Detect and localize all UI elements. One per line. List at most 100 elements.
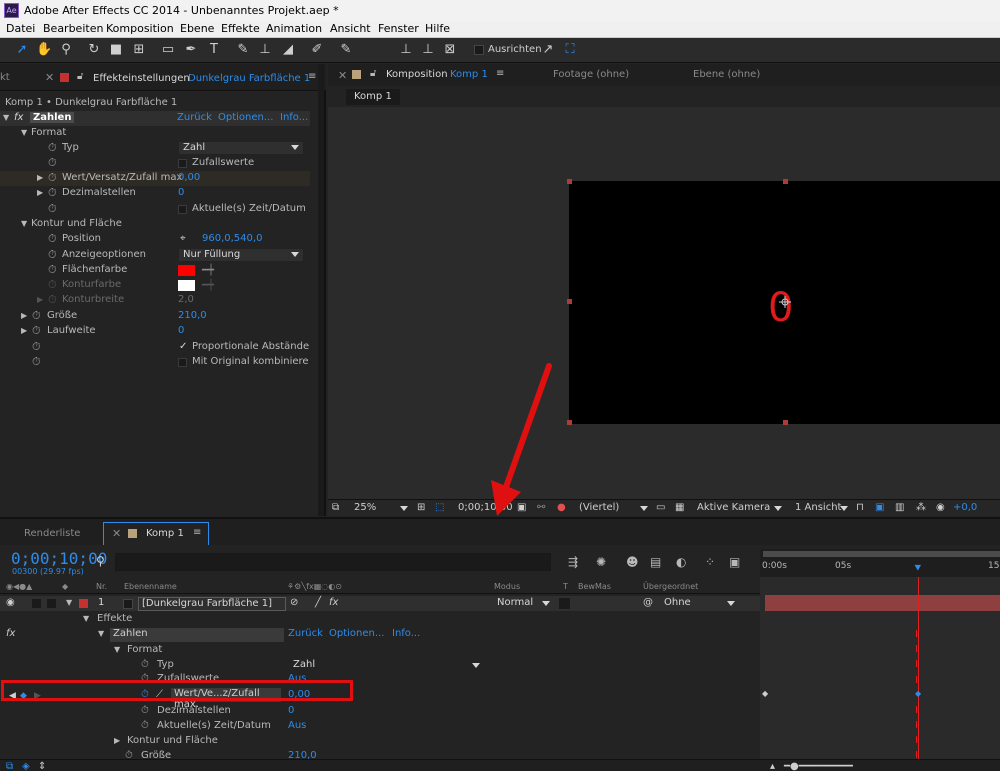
bounding-box-handle[interactable] — [567, 179, 572, 184]
dezimalstellen-value[interactable]: 0 — [288, 705, 294, 716]
aktuelle-zeit-checkbox[interactable] — [178, 205, 187, 214]
effect-name[interactable]: Zahlen — [30, 112, 75, 123]
zufallswerte-checkbox[interactable] — [178, 159, 187, 168]
composition-tab-comp[interactable]: Komp 1 — [450, 69, 488, 80]
type-tool-icon[interactable]: T — [206, 42, 222, 58]
zoom-tool-icon[interactable]: ⚲ — [58, 42, 74, 58]
view-axis-icon[interactable]: ⊠ — [442, 42, 458, 58]
expand-arrow-icon[interactable]: ▼ — [21, 128, 27, 137]
transparency-grid-icon[interactable]: ▦ — [675, 502, 684, 513]
effect-reset-link[interactable]: Zurück — [288, 628, 323, 639]
toggle-switches-icon[interactable]: ⧉ — [6, 761, 13, 771]
zahlen-effect-row[interactable]: fx ▼ Zahlen Zurück Optionen... Info... — [0, 627, 760, 642]
composition-frame[interactable]: 0 — [569, 181, 1000, 424]
typ-dropdown[interactable]: Zahl — [293, 659, 315, 670]
rotate-tool-icon[interactable]: ↻ — [86, 42, 102, 58]
fill-color-swatch[interactable] — [178, 265, 195, 276]
lock-icon[interactable]: 🔓︎ — [77, 71, 83, 82]
effect-controls-scrollbar[interactable] — [318, 64, 324, 516]
shy-switch-icon[interactable]: ⊘ — [290, 597, 298, 608]
safe-zones-icon[interactable]: ⊞ — [417, 502, 425, 513]
always-preview-icon[interactable]: ⧉ — [332, 502, 339, 513]
roto-brush-tool-icon[interactable]: ✐ — [309, 42, 325, 58]
menu-hilfe[interactable]: Hilfe — [425, 22, 450, 35]
effect-info-link[interactable]: Info... — [280, 112, 308, 123]
stopwatch-icon[interactable]: ⏱ — [32, 309, 41, 323]
menu-ansicht[interactable]: Ansicht — [330, 22, 371, 35]
expand-arrow-icon[interactable]: ▶ — [21, 311, 27, 320]
expand-arrow-icon[interactable]: ▶ — [37, 173, 43, 182]
reset-exposure-icon[interactable]: ◉ — [936, 502, 945, 513]
zoom-dropdown[interactable]: 25% — [354, 502, 376, 513]
camera-tool-icon[interactable]: ■ — [108, 42, 124, 58]
eyedropper-icon[interactable]: ━┿ — [202, 280, 214, 291]
effect-controls-tab-title[interactable]: Effekteinstellungen — [93, 73, 190, 84]
keyframe-icon[interactable]: ◆ — [762, 689, 768, 698]
stopwatch-icon[interactable]: ⏱ — [48, 141, 57, 155]
snap-checkbox[interactable] — [474, 45, 484, 55]
layer-search-input[interactable] — [115, 553, 551, 571]
quality-switch-icon[interactable]: ╱ — [315, 597, 321, 608]
timeline-tab-title[interactable]: Komp 1 — [146, 528, 184, 539]
kontur-row[interactable]: ▶ Kontur und Fläche — [0, 734, 760, 749]
eraser-tool-icon[interactable]: ◢ — [280, 42, 296, 58]
snap-edges-icon[interactable]: ⛶ — [562, 42, 578, 58]
effect-controls-layer-name[interactable]: Dunkelgrau Farbfläche 1 — [188, 73, 310, 84]
mode-dropdown[interactable]: Normal — [497, 597, 533, 608]
work-area-bar[interactable] — [763, 551, 1000, 557]
mask-visibility-icon[interactable]: ⬚ — [435, 502, 444, 513]
toggle-pixel-aspect-icon[interactable]: ⊓ — [856, 502, 864, 513]
expand-arrow-icon[interactable]: ▼ — [3, 113, 9, 122]
fx-icon[interactable]: fx — [14, 112, 23, 123]
snap-feather-icon[interactable]: ↗ — [540, 42, 556, 58]
layer-name[interactable]: [Dunkelgrau Farbfläche 1] — [138, 597, 286, 611]
aktuelle-zeit-value[interactable]: Aus — [288, 720, 306, 731]
menu-bearbeiten[interactable]: Bearbeiten — [43, 22, 103, 35]
render-queue-tab[interactable]: Renderliste — [24, 528, 80, 539]
composition-viewer[interactable]: 0 — [328, 107, 1000, 499]
motion-blur-icon[interactable]: ◐ — [676, 555, 686, 569]
effect-info-link[interactable]: Info... — [392, 628, 420, 639]
stopwatch-icon[interactable]: ⏱ — [32, 340, 41, 354]
groesse-value[interactable]: 210,0 — [288, 750, 317, 759]
flowchart-icon[interactable]: ⁂ — [916, 502, 926, 513]
column-bewmas[interactable]: BewMas — [578, 582, 611, 591]
solo-box[interactable] — [32, 599, 41, 608]
menu-animation[interactable]: Animation — [266, 22, 322, 35]
pickwhip-icon[interactable]: @ — [643, 597, 653, 608]
panel-menu-icon[interactable]: ≡ — [496, 68, 504, 79]
stopwatch-icon[interactable]: ⏱ — [32, 355, 41, 369]
bounding-box-handle[interactable] — [567, 299, 572, 304]
crosshair-icon[interactable]: ⌖ — [180, 233, 186, 244]
views-dropdown[interactable]: 1 Ansicht — [795, 502, 841, 513]
draft-3d-icon[interactable]: ✺ — [596, 555, 606, 569]
zahlen-effect-name[interactable]: Zahlen — [110, 628, 284, 642]
fx-icon[interactable]: fx — [6, 628, 15, 639]
layer-duration-bar[interactable] — [765, 595, 1000, 611]
stopwatch-icon[interactable]: ⏱ — [32, 324, 41, 338]
close-icon[interactable]: ✕ — [112, 527, 121, 540]
hand-tool-icon[interactable]: ✋ — [36, 42, 52, 58]
stopwatch-icon[interactable]: ⏱ — [48, 293, 57, 307]
time-ruler[interactable]: 0:00s 05s 15s ⯆ — [760, 549, 1000, 577]
menu-datei[interactable]: Datei — [6, 22, 35, 35]
eyedropper-icon[interactable]: ━┿ — [202, 265, 214, 276]
rectangle-tool-icon[interactable]: ▭ — [160, 42, 176, 58]
expand-arrow-icon[interactable]: ▼ — [98, 629, 104, 638]
playhead-icon[interactable]: ⯆ — [913, 561, 923, 576]
fx-switch-icon[interactable]: fx — [329, 597, 338, 608]
project-tab-stub[interactable]: kt — [0, 72, 10, 83]
pan-behind-tool-icon[interactable]: ⊞ — [131, 42, 147, 58]
laufweite-value[interactable]: 0 — [178, 325, 184, 336]
typ-dropdown[interactable]: Zahl — [178, 141, 304, 155]
stroke-color-swatch[interactable] — [178, 280, 195, 291]
menu-fenster[interactable]: Fenster — [378, 22, 419, 35]
keyframe-icon[interactable]: ◆ — [915, 689, 921, 698]
toggle-inout-icon[interactable]: ⇕ — [38, 761, 46, 771]
bounding-box-handle[interactable] — [783, 179, 788, 184]
effect-options-link[interactable]: Optionen... — [218, 112, 273, 123]
expand-arrow-icon[interactable]: ▶ — [37, 188, 43, 197]
layer-row[interactable]: ◉ ▼ 1 [Dunkelgrau Farbfläche 1] ⊘ ╱ fx N… — [0, 596, 760, 611]
lock-box[interactable] — [47, 599, 56, 608]
format-group-row[interactable]: ▼ Format — [0, 126, 310, 141]
